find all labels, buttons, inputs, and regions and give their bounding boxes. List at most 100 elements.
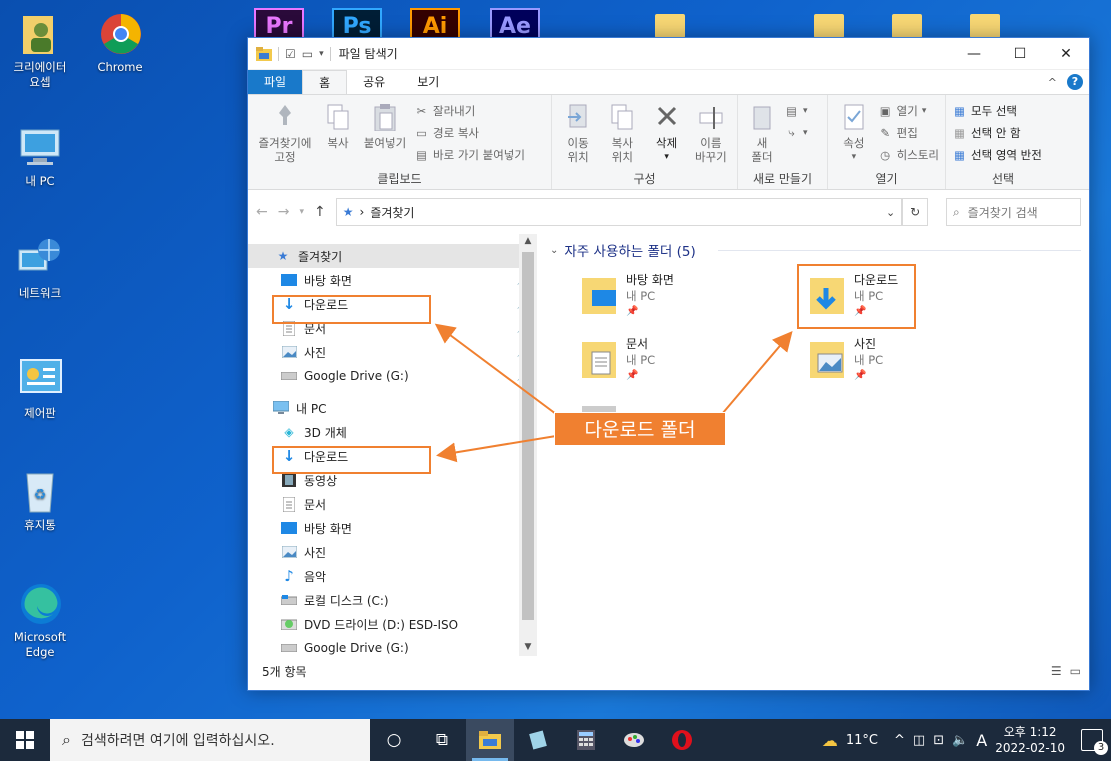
- nav-item-local-disk[interactable]: 로컬 디스크 (C:): [248, 588, 537, 612]
- recent-locations-icon[interactable]: ▾: [299, 207, 304, 217]
- copy-to-button[interactable]: 복사 위치: [602, 99, 642, 164]
- forward-icon[interactable]: →: [278, 204, 290, 220]
- folder-icon[interactable]: [970, 14, 1000, 38]
- help-icon[interactable]: ?: [1067, 74, 1083, 90]
- nav-item-music[interactable]: ♪ 음악: [248, 564, 537, 588]
- start-button[interactable]: [0, 719, 50, 761]
- pin-to-quick-access-button[interactable]: 즐겨찾기에 고정: [254, 99, 316, 164]
- nav-item-desktop[interactable]: 바탕 화면📌: [248, 268, 537, 292]
- tab-home[interactable]: 홈: [302, 70, 348, 94]
- properties-button[interactable]: 속성 ▾: [834, 99, 874, 164]
- chevron-up-icon[interactable]: ▲: [519, 236, 537, 246]
- nav-scrollbar[interactable]: ▲ ▼: [519, 234, 537, 656]
- open-button[interactable]: ▣ 열기 ▾: [878, 101, 939, 120]
- chevron-down-icon[interactable]: ▼: [519, 642, 537, 652]
- new-folder-button[interactable]: 새 폴더: [744, 99, 780, 164]
- weather-icon[interactable]: ☁: [822, 731, 838, 750]
- pin-icon: 📌: [854, 370, 867, 381]
- nav-item-pc-documents[interactable]: 문서: [248, 492, 537, 516]
- network-icon[interactable]: ⊡: [933, 733, 944, 748]
- opera-icon[interactable]: [658, 719, 706, 761]
- folder-icon[interactable]: [892, 14, 922, 38]
- notepad-icon[interactable]: [514, 719, 562, 761]
- select-none-button[interactable]: ▦ 선택 안 함: [952, 123, 1042, 142]
- folder-icon[interactable]: [655, 14, 685, 38]
- folder-icon[interactable]: [814, 14, 844, 38]
- search-icon: ⌕: [62, 730, 71, 749]
- search-input[interactable]: ⌕ 즐겨찾기 검색: [945, 198, 1081, 226]
- desktop-icon-recycle-bin[interactable]: ♻ 휴지통: [2, 468, 78, 533]
- file-explorer-taskbar-icon[interactable]: [466, 719, 514, 761]
- volume-icon[interactable]: 🔈: [952, 733, 968, 748]
- computer-icon: [17, 124, 63, 170]
- document-icon: [280, 496, 298, 512]
- nav-item-dvd-drive[interactable]: DVD 드라이브 (D:) ESD-ISO: [248, 612, 537, 636]
- tile-documents[interactable]: 문서 내 PC 📌: [578, 336, 778, 396]
- task-view-icon[interactable]: ⧉: [418, 719, 466, 761]
- nav-item-3d-objects[interactable]: ◈ 3D 개체: [248, 420, 537, 444]
- nav-quick-access[interactable]: ★ 즐겨찾기: [248, 244, 537, 268]
- cortana-icon[interactable]: ○: [370, 719, 418, 761]
- paste-shortcut-button[interactable]: ▤ 바로 가기 붙여넣기: [414, 145, 525, 164]
- minimize-icon[interactable]: —: [951, 38, 997, 70]
- collapse-ribbon-icon[interactable]: ^: [1048, 76, 1057, 89]
- svg-text:♻: ♻: [34, 487, 47, 503]
- desktop-icon-creator[interactable]: 크리에이터 요셉: [2, 10, 78, 90]
- cut-button[interactable]: ✂ 잘라내기: [414, 101, 525, 120]
- copy-button[interactable]: 복사: [320, 99, 356, 150]
- tile-pictures[interactable]: 사진 내 PC 📌: [806, 336, 1006, 396]
- clock[interactable]: 오후 1:12 2022-02-10: [995, 724, 1065, 756]
- select-all-button[interactable]: ▦ 모두 선택: [952, 101, 1042, 120]
- tab-file[interactable]: 파일: [248, 70, 303, 94]
- details-view-icon[interactable]: ☰: [1051, 664, 1062, 678]
- scrollbar-thumb[interactable]: [522, 252, 534, 620]
- nav-this-pc[interactable]: 내 PC: [248, 396, 537, 420]
- close-icon[interactable]: ✕: [1043, 38, 1089, 70]
- easy-access-button[interactable]: ⤷ ▾: [784, 123, 807, 142]
- desktop-icon-network[interactable]: 네트워크: [2, 236, 78, 301]
- calculator-icon[interactable]: [562, 719, 610, 761]
- organize-group: 이동 위치 복사 위치 삭제 ▾ 이름 바꾸기 구성: [552, 95, 738, 189]
- paste-button[interactable]: 붙여넣기: [360, 99, 410, 150]
- rename-button[interactable]: 이름 바꾸기: [691, 99, 731, 164]
- refresh-icon[interactable]: ↻: [902, 198, 928, 226]
- tile-desktop[interactable]: 바탕 화면 내 PC 📌: [578, 272, 778, 332]
- meet-now-icon[interactable]: ◫: [913, 733, 925, 748]
- easy-access-icon: ⤷: [788, 125, 795, 139]
- star-icon: ★: [277, 249, 289, 263]
- maximize-icon[interactable]: ☐: [997, 38, 1043, 70]
- desktop-icon-this-pc[interactable]: 내 PC: [2, 124, 78, 189]
- desktop-icon-edge[interactable]: Microsoft Edge: [2, 580, 78, 660]
- ime-indicator[interactable]: A: [976, 731, 987, 750]
- edit-button[interactable]: ✎ 편집: [878, 123, 939, 142]
- desktop-icon-control-panel[interactable]: 제어판: [2, 356, 78, 421]
- show-hidden-icons-icon[interactable]: ^: [894, 733, 905, 748]
- large-icons-view-icon[interactable]: ▭: [1070, 664, 1081, 678]
- paint-icon[interactable]: [610, 719, 658, 761]
- tab-share[interactable]: 공유: [347, 70, 401, 94]
- taskbar-search-input[interactable]: ⌕ 검색하려면 여기에 입력하십시오.: [50, 719, 370, 761]
- nav-item-google-drive[interactable]: Google Drive (G:)📌: [248, 364, 537, 388]
- properties-quick-icon[interactable]: ☑: [285, 47, 296, 61]
- tab-view[interactable]: 보기: [401, 70, 455, 94]
- new-folder-quick-icon[interactable]: ▭: [302, 47, 313, 61]
- invert-selection-button[interactable]: ▦ 선택 영역 반전: [952, 145, 1042, 164]
- nav-item-pc-desktop[interactable]: 바탕 화면: [248, 516, 537, 540]
- weather-temp[interactable]: 11°C: [846, 733, 878, 748]
- back-icon[interactable]: ←: [256, 204, 268, 220]
- move-to-icon: [563, 101, 593, 133]
- new-item-button[interactable]: ▤ ▾: [784, 101, 807, 120]
- up-icon[interactable]: ↑: [314, 204, 326, 220]
- chevron-down-icon[interactable]: ⌄: [886, 206, 895, 219]
- address-bar[interactable]: ★ › 즐겨찾기 ⌄: [335, 198, 903, 226]
- nav-item-pictures[interactable]: 사진📌: [248, 340, 537, 364]
- nav-item-pc-pictures[interactable]: 사진: [248, 540, 537, 564]
- copy-path-button[interactable]: ▭ 경로 복사: [414, 123, 525, 142]
- history-button[interactable]: ◷ 히스토리: [878, 145, 939, 164]
- move-to-button[interactable]: 이동 위치: [558, 99, 598, 164]
- customize-quick-icon[interactable]: ▾: [319, 49, 324, 59]
- delete-button[interactable]: 삭제 ▾: [647, 99, 687, 164]
- frequent-folders-header[interactable]: ⌄ 자주 사용하는 폴더 (5): [550, 240, 696, 260]
- notification-icon[interactable]: 3: [1081, 729, 1108, 755]
- desktop-icon-chrome[interactable]: Chrome: [82, 10, 158, 75]
